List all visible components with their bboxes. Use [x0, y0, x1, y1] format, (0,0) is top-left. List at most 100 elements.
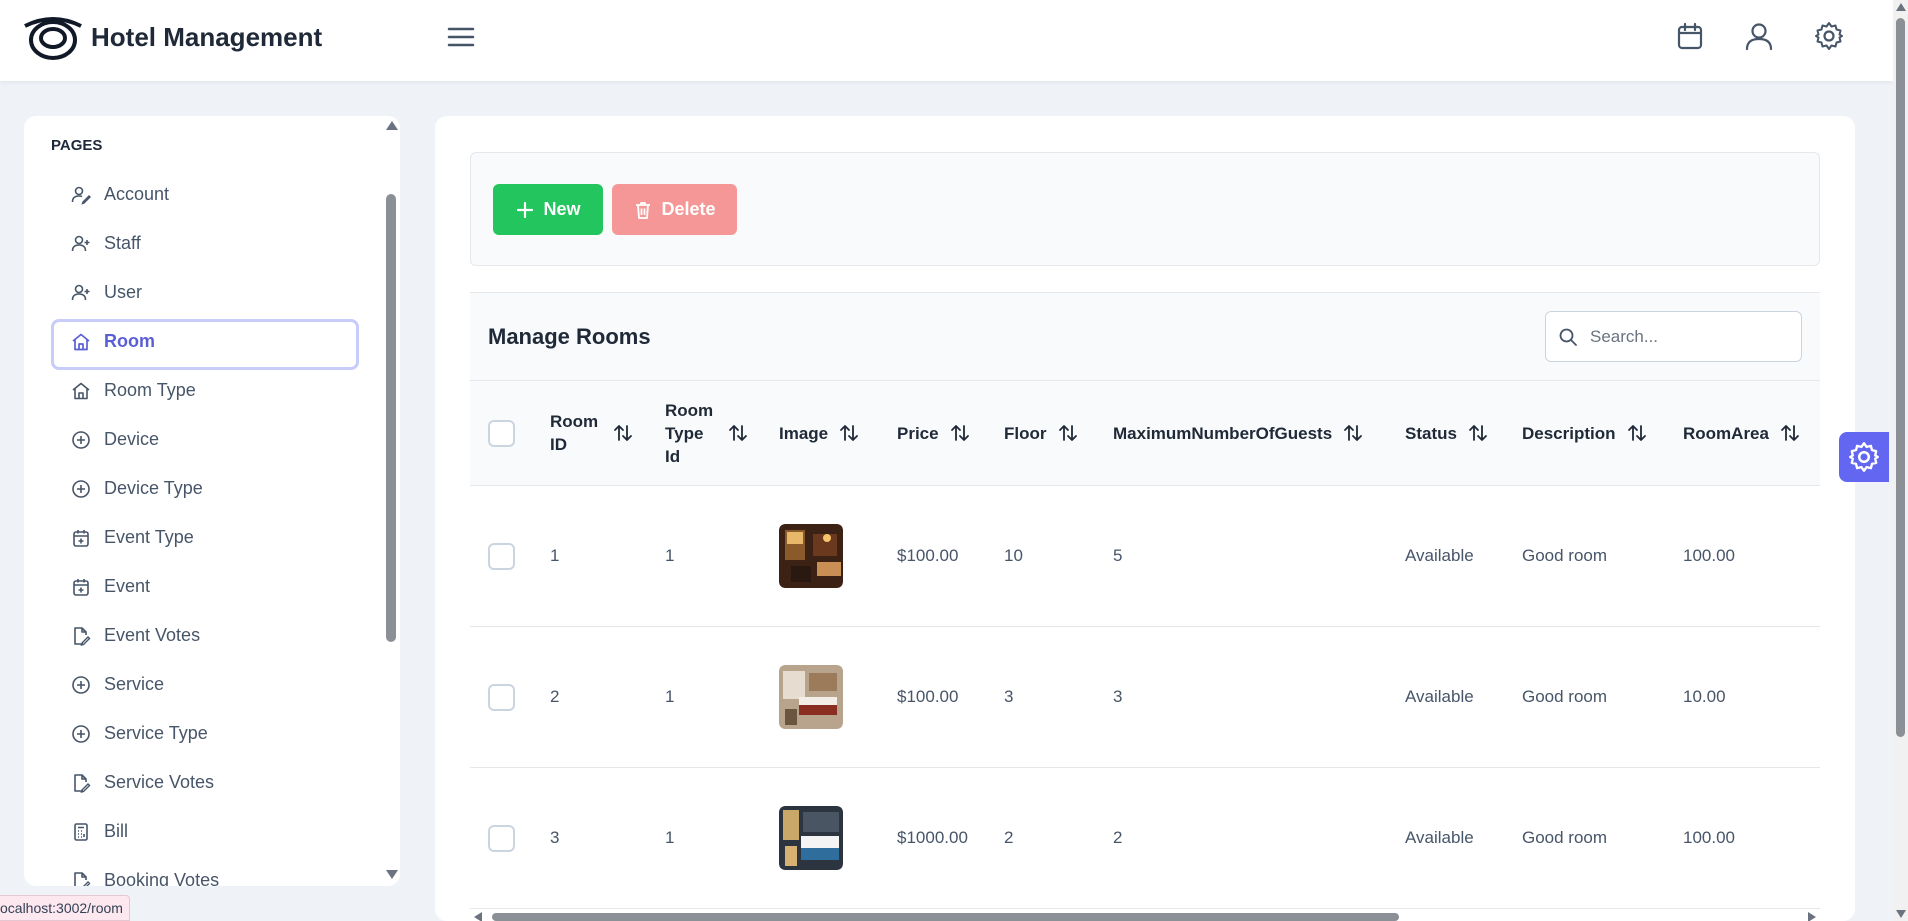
new-button[interactable]: New: [493, 184, 603, 235]
user-plus-icon: [71, 235, 90, 251]
sort-icon[interactable]: [1467, 422, 1489, 444]
sidebar-item-service-votes[interactable]: Service Votes: [51, 758, 377, 807]
cell-floor: 3: [1004, 687, 1014, 706]
sidebar-section-title: PAGES: [51, 137, 103, 154]
hotel-logo-icon[interactable]: [23, 14, 83, 60]
table-header: Manage Rooms: [470, 293, 1820, 380]
sort-icon[interactable]: [838, 422, 860, 444]
cell-description: Good room: [1522, 828, 1608, 847]
cell-room-area: 100.00: [1683, 828, 1735, 847]
table-row[interactable]: 3 1 $1000.00 2 2 Available Good room 100…: [470, 768, 1820, 909]
column-header-image[interactable]: Image: [779, 381, 860, 485]
column-header-room-type-id[interactable]: Room Type Id: [665, 381, 755, 485]
sidebar-item-device-type[interactable]: Device Type: [51, 464, 377, 513]
table-horizontal-scrollbar[interactable]: [470, 911, 1820, 921]
cell-image: [779, 486, 843, 626]
row-checkbox[interactable]: [488, 543, 515, 570]
sidebar-item-label: Device: [104, 429, 160, 449]
trash-icon: [636, 201, 651, 219]
column-header-price[interactable]: Price: [897, 381, 971, 485]
sidebar-item-user[interactable]: User: [51, 268, 377, 317]
sidebar-item-label: Room: [104, 331, 155, 351]
table-row[interactable]: 2 1 $100.00 3 3 Available Good room 10.0…: [470, 627, 1820, 768]
cell-room-type-id: 1: [665, 687, 675, 706]
delete-button[interactable]: Delete: [612, 184, 737, 235]
page-scrollbar[interactable]: [1893, 0, 1908, 921]
scroll-left-arrow-icon[interactable]: [474, 912, 482, 921]
sidebar-item-device[interactable]: Device: [51, 415, 377, 464]
room-image: [779, 665, 843, 729]
sort-icon[interactable]: [1057, 422, 1079, 444]
sidebar-item-bill[interactable]: Bill: [51, 807, 377, 856]
sidebar-item-room[interactable]: Room: [51, 317, 377, 370]
table-row[interactable]: 1 1 $100.00 10 5 Available Good room 100…: [470, 486, 1820, 627]
column-header-status[interactable]: Status: [1405, 381, 1489, 485]
column-header-floor[interactable]: Floor: [1004, 381, 1079, 485]
row-checkbox[interactable]: [488, 825, 515, 852]
cell-price: $1000.00: [897, 828, 968, 847]
cell-description: Good room: [1522, 687, 1608, 706]
sidebar-item-label: Booking Votes: [104, 870, 220, 886]
sidebar-item-label: Event Type: [104, 527, 194, 547]
plus-circle-icon: [72, 724, 90, 743]
user-edit-icon: [71, 186, 91, 205]
sidebar-item-booking-votes[interactable]: Booking Votes: [51, 856, 377, 886]
menu-toggle-icon[interactable]: [446, 22, 476, 52]
sort-icon[interactable]: [1779, 422, 1801, 444]
sidebar-item-room-type[interactable]: Room Type: [51, 366, 377, 415]
cell-room-id: 1: [550, 546, 560, 565]
home-icon: [72, 333, 90, 350]
sidebar-scroll-thumb[interactable]: [386, 194, 396, 642]
sidebar-item-event-votes[interactable]: Event Votes: [51, 611, 377, 660]
user-icon[interactable]: [1743, 20, 1775, 52]
cell-floor: 10: [1004, 546, 1023, 565]
sidebar-item-service-type[interactable]: Service Type: [51, 709, 377, 758]
sort-icon[interactable]: [727, 422, 749, 444]
scroll-up-arrow-icon[interactable]: [386, 121, 398, 130]
sidebar-item-account[interactable]: Account: [51, 170, 377, 219]
column-header-room-id[interactable]: Room ID: [550, 381, 640, 485]
sort-icon[interactable]: [949, 422, 971, 444]
sidebar-item-event-type[interactable]: Event Type: [51, 513, 377, 562]
column-header-description[interactable]: Description: [1522, 381, 1648, 485]
row-checkbox[interactable]: [488, 684, 515, 711]
sidebar-item-label: Room Type: [104, 380, 196, 400]
horizontal-scroll-thumb[interactable]: [492, 913, 1399, 921]
sidebar-scrollbar[interactable]: [384, 116, 398, 886]
status-url: ocalhost:3002/room: [0, 895, 130, 921]
calculator-icon: [74, 822, 88, 841]
sort-icon[interactable]: [1342, 422, 1364, 444]
scroll-down-arrow-icon[interactable]: [1896, 910, 1906, 918]
sidebar-item-event[interactable]: Event: [51, 562, 377, 611]
calendar-icon[interactable]: [1674, 20, 1706, 52]
search-input[interactable]: [1590, 312, 1795, 361]
layout-config-button[interactable]: [1839, 432, 1889, 482]
page-scroll-thumb[interactable]: [1896, 18, 1905, 737]
sort-icon[interactable]: [1626, 422, 1648, 444]
cell-room-area: 100.00: [1683, 546, 1735, 565]
cell-max-guests: 2: [1113, 828, 1123, 847]
plus-circle-icon: [72, 675, 90, 694]
sidebar-item-service[interactable]: Service: [51, 660, 377, 709]
column-header-room-area[interactable]: RoomArea: [1683, 381, 1801, 485]
file-edit-icon: [74, 626, 91, 646]
sidebar-item-label: Service Type: [104, 723, 208, 743]
search-box[interactable]: [1545, 311, 1802, 362]
sidebar-item-staff[interactable]: Staff: [51, 219, 377, 268]
sidebar-item-label: Staff: [104, 233, 141, 253]
sidebar-item-label: Event: [104, 576, 151, 596]
select-all-checkbox[interactable]: [488, 420, 515, 447]
scroll-right-arrow-icon[interactable]: [1808, 912, 1816, 921]
main-card: New Delete Manage Rooms Room ID Room Typ…: [435, 116, 1855, 921]
sidebar-item-label: Device Type: [104, 478, 203, 498]
cell-description: Good room: [1522, 546, 1608, 565]
column-header-max-guests[interactable]: MaximumNumberOfGuests: [1113, 381, 1364, 485]
file-edit-icon: [74, 871, 91, 886]
sidebar-item-label: Event Votes: [104, 625, 201, 645]
scroll-up-arrow-icon[interactable]: [1896, 3, 1906, 11]
sort-icon[interactable]: [612, 422, 634, 444]
settings-icon[interactable]: [1813, 20, 1845, 52]
table-title: Manage Rooms: [488, 324, 651, 349]
scroll-down-arrow-icon[interactable]: [386, 870, 398, 879]
cell-room-id: 3: [550, 828, 560, 847]
